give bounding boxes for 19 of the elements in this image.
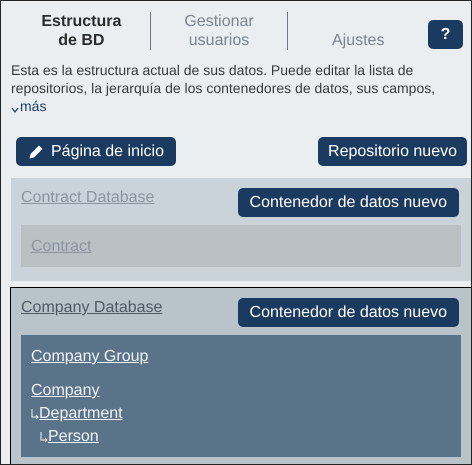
help-button[interactable]: ? (428, 20, 463, 49)
new-container-button[interactable]: Contenedor de datos nuevo (238, 188, 459, 217)
container-link[interactable]: Company Group (31, 347, 148, 367)
new-container-button[interactable]: Contenedor de datos nuevo (238, 298, 459, 327)
container-link[interactable]: Person (48, 427, 99, 447)
description-text: Esta es la estructura actual de sus datos. Puede editar la lista de repositorios, la jerarquía de los contenedores de datos, sus campos, (11, 61, 436, 97)
home-page-button[interactable]: Página de inicio (16, 137, 176, 166)
child-arrow-icon (40, 432, 48, 443)
tab[interactable]: Gestionar usuarios (150, 12, 288, 50)
child-arrow-icon (31, 409, 39, 420)
more-link[interactable]: más (11, 97, 46, 115)
container-link[interactable]: Department (39, 404, 123, 424)
pencil-icon (28, 144, 44, 160)
container-link[interactable]: Company (31, 381, 100, 401)
tab[interactable]: Ajustes (288, 12, 428, 50)
new-repository-button[interactable]: Repositorio nuevo (318, 137, 467, 166)
tab[interactable]: Estructura de BD (13, 12, 151, 50)
repository-link[interactable]: Company Database (21, 299, 162, 317)
chevron-down-icon (11, 107, 19, 113)
